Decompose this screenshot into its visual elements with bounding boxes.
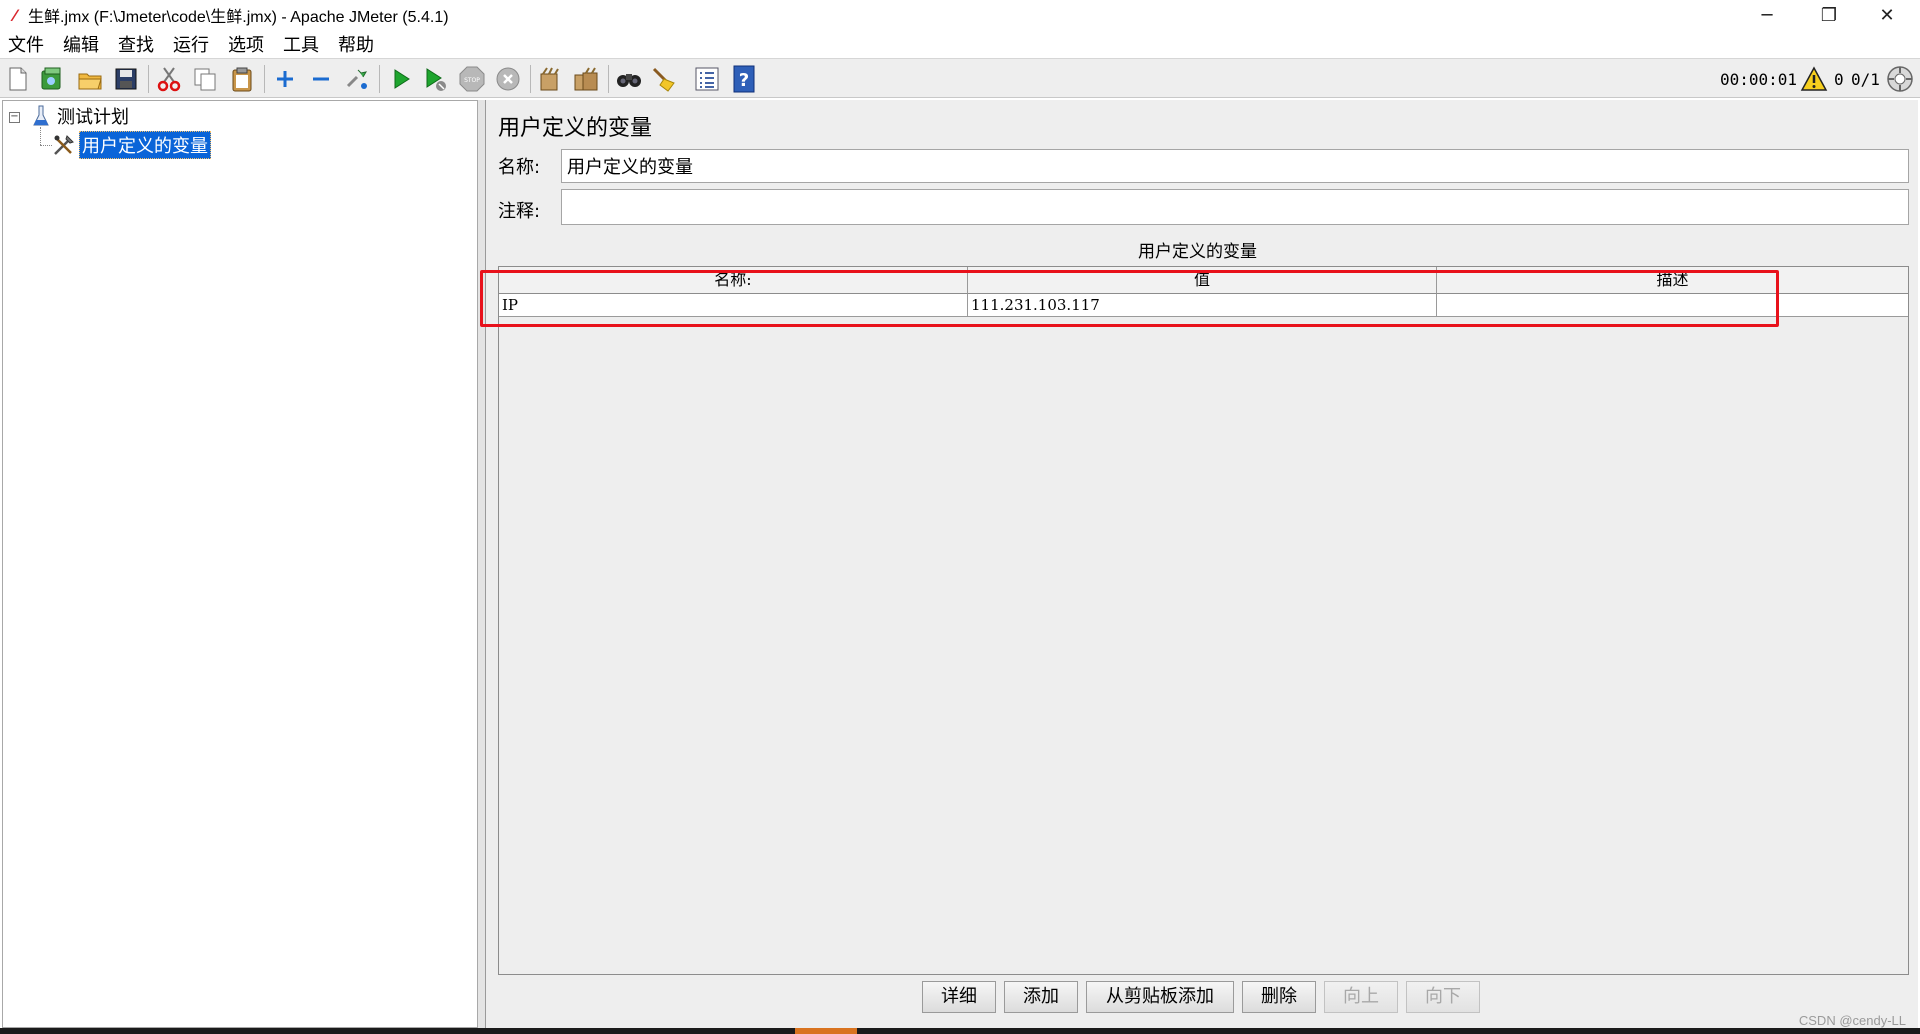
menu-tools[interactable]: 工具 [281,31,321,57]
menu-help[interactable]: 帮助 [336,31,376,57]
move-up-button[interactable]: 向上 [1324,981,1398,1013]
menu-edit[interactable]: 编辑 [61,31,101,57]
help-icon[interactable]: ? [730,65,758,93]
cell-name[interactable]: IP [499,294,968,317]
templates-icon[interactable] [38,65,66,93]
close-button[interactable]: ✕ [1858,0,1916,30]
taskbar-strip [0,1028,1920,1034]
comment-label: 注释: [498,201,541,222]
column-header-description[interactable]: 描述 [1437,267,1908,294]
menu-search[interactable]: 查找 [116,31,156,57]
title-bar: ⁄ 生鲜.jmx (F:\Jmeter\code\生鲜.jmx) - Apach… [0,0,1920,30]
pane-splitter[interactable] [478,100,485,1028]
detail-button[interactable]: 详细 [922,981,996,1013]
column-header-name[interactable]: 名称: [499,267,968,294]
shutdown-icon[interactable] [494,65,522,93]
expand-icon[interactable] [271,65,299,93]
start-icon[interactable] [387,65,415,93]
menu-options[interactable]: 选项 [226,31,266,57]
name-field[interactable] [561,149,1909,183]
menu-bar: 文件 编辑 查找 运行 选项 工具 帮助 [0,30,1920,58]
test-plan-tree[interactable]: − 测试计划 用户定义的变量 [2,100,478,1028]
tree-node-label-selected: 用户定义的变量 [79,131,211,159]
window-title: 生鲜.jmx (F:\Jmeter\code\生鲜.jmx) - Apache … [28,9,449,26]
copy-icon[interactable] [191,65,219,93]
collapse-node-icon[interactable]: − [9,112,20,123]
tree-node-label: 测试计划 [57,107,129,128]
watermark: CSDN @cendy-LL [1798,1013,1906,1028]
svg-text:?: ? [739,70,749,91]
cell-description[interactable] [1437,294,1908,317]
config-element-icon [51,132,77,158]
stop-icon[interactable]: STOP [458,65,486,93]
svg-text:STOP: STOP [464,77,480,84]
add-button[interactable]: 添加 [1004,981,1078,1013]
name-label: 名称: [498,157,541,178]
error-count: 0 [1834,69,1844,89]
table-caption: 用户定义的变量 [1138,242,1257,262]
cut-icon[interactable] [155,65,183,93]
menu-file[interactable]: 文件 [6,31,46,57]
clear-all-icon[interactable] [572,65,600,93]
comment-field[interactable] [561,189,1909,225]
open-icon[interactable] [76,65,104,93]
save-icon[interactable] [112,65,140,93]
user-defined-variables-panel: 用户定义的变量 名称: 注释: 用户定义的变量 名称: 值 描述 IP 111.… [480,100,1918,1028]
reset-search-icon[interactable] [650,65,678,93]
warning-icon[interactable] [1800,65,1828,93]
collapse-icon[interactable] [307,65,335,93]
variables-table[interactable]: 名称: 值 描述 IP 111.231.103.117 [498,266,1909,975]
toggle-icon[interactable] [343,65,371,93]
remote-engines-icon[interactable] [1886,65,1914,93]
clear-icon[interactable] [536,65,564,93]
column-header-value[interactable]: 值 [968,267,1437,294]
search-icon[interactable] [615,65,643,93]
new-icon[interactable] [4,65,32,93]
delete-button[interactable]: 删除 [1242,981,1316,1013]
restore-button[interactable]: ❐ [1800,0,1858,30]
jmeter-feather-icon: ⁄ [13,5,17,25]
test-plan-icon [29,103,53,129]
panel-title: 用户定义的变量 [498,116,653,141]
start-no-pause-icon[interactable] [422,65,450,93]
function-helper-icon[interactable] [693,65,721,93]
add-from-clipboard-button[interactable]: 从剪贴板添加 [1086,981,1234,1013]
toolbar: STOP ? 00:00:01 0 0/1 [0,58,1920,98]
thread-count: 0/1 [1851,69,1880,89]
minimize-button[interactable]: ─ [1738,0,1796,30]
paste-icon[interactable] [228,65,256,93]
cell-value[interactable]: 111.231.103.117 [968,294,1437,317]
tree-node-test-plan[interactable]: 测试计划 [29,103,129,129]
menu-run[interactable]: 运行 [171,31,211,57]
tree-node-user-defined-variables[interactable]: 用户定义的变量 [51,131,211,159]
elapsed-timer: 00:00:01 [1720,69,1798,89]
move-down-button[interactable]: 向下 [1406,981,1480,1013]
